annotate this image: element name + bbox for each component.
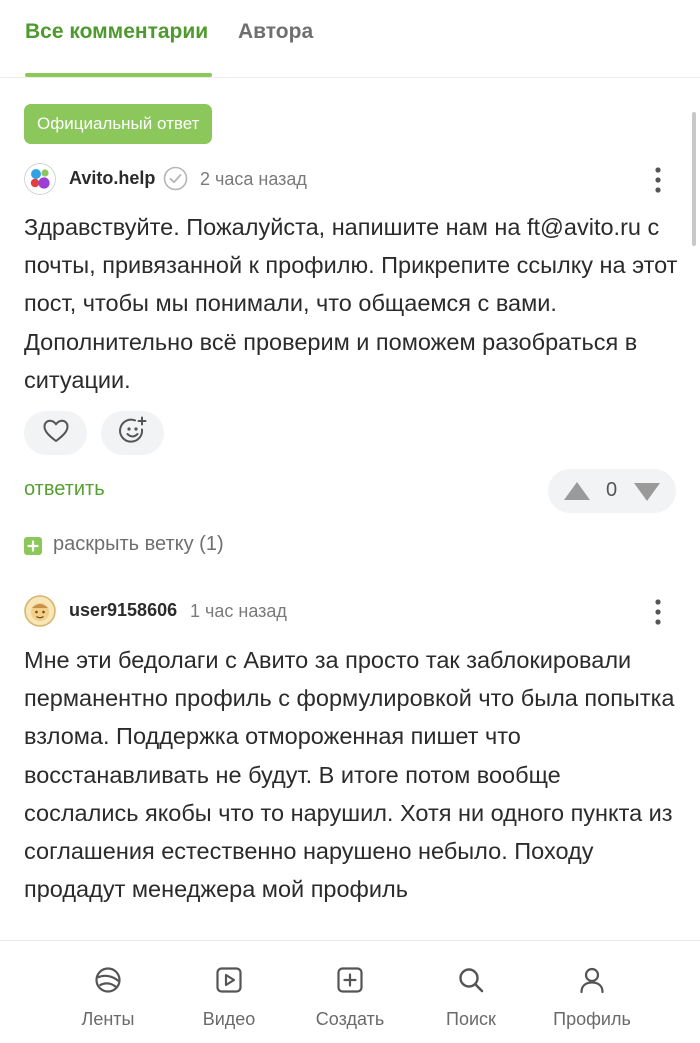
avatar[interactable] bbox=[24, 595, 56, 627]
comment-tabs: Все комментарии Автора bbox=[0, 0, 700, 78]
nav-create[interactable]: Создать bbox=[295, 963, 405, 1033]
active-tab-indicator bbox=[25, 73, 212, 77]
vote-score: 0 bbox=[606, 479, 618, 501]
more-vertical-icon[interactable] bbox=[654, 598, 662, 626]
nav-label: Профиль bbox=[553, 1009, 631, 1029]
arrow-down-icon[interactable] bbox=[633, 482, 661, 507]
nav-label: Ленты bbox=[81, 1009, 135, 1029]
nav-profile[interactable]: Профиль bbox=[537, 963, 647, 1033]
arrow-up-icon[interactable] bbox=[563, 481, 591, 506]
feed-icon bbox=[94, 966, 122, 994]
scrollbar[interactable] bbox=[692, 112, 696, 246]
comment-header: user9158606 1 час назад bbox=[24, 595, 674, 627]
reply-link[interactable]: ответить bbox=[24, 478, 105, 501]
search-icon bbox=[457, 966, 485, 994]
nav-label: Поиск bbox=[446, 1009, 496, 1029]
create-icon bbox=[336, 966, 364, 994]
add-reaction-button[interactable] bbox=[101, 411, 164, 455]
official-answer-badge: Официальный ответ bbox=[24, 104, 213, 144]
video-icon bbox=[215, 966, 243, 994]
comment-time: 1 час назад bbox=[190, 601, 287, 621]
nav-label: Создать bbox=[315, 1009, 385, 1029]
more-vertical-icon[interactable] bbox=[654, 166, 662, 194]
verified-icon bbox=[163, 166, 188, 191]
heart-icon bbox=[42, 418, 70, 449]
nav-label: Видео bbox=[202, 1009, 256, 1029]
comment-author[interactable]: user9158606 bbox=[69, 600, 177, 621]
nav-feeds[interactable]: Ленты bbox=[53, 963, 163, 1033]
add-emoji-icon bbox=[117, 415, 149, 452]
comment-time: 2 часа назад bbox=[200, 169, 307, 189]
comment-text: Здравствуйте. Пожалуйста, напишите нам н… bbox=[24, 214, 678, 393]
comment-header: Avito.help 2 часа назад bbox=[24, 163, 674, 195]
avatar[interactable] bbox=[24, 163, 56, 195]
like-button[interactable] bbox=[24, 411, 87, 455]
plus-icon bbox=[24, 537, 42, 555]
comment-text: Мне эти бедолаги с Авито за просто так з… bbox=[24, 647, 675, 903]
profile-icon bbox=[578, 966, 606, 994]
bottom-navigation: Ленты Видео Создать Поиск Профиль bbox=[0, 940, 700, 1043]
comment-author[interactable]: Avito.help bbox=[69, 168, 155, 189]
vote-control: 0 bbox=[548, 469, 676, 513]
nav-video[interactable]: Видео bbox=[174, 963, 284, 1033]
nav-search[interactable]: Поиск bbox=[416, 963, 526, 1033]
tab-all-comments[interactable]: Все комментарии bbox=[25, 20, 208, 44]
tab-author[interactable]: Автора bbox=[238, 20, 313, 44]
expand-thread-label: раскрыть ветку (1) bbox=[53, 533, 224, 555]
